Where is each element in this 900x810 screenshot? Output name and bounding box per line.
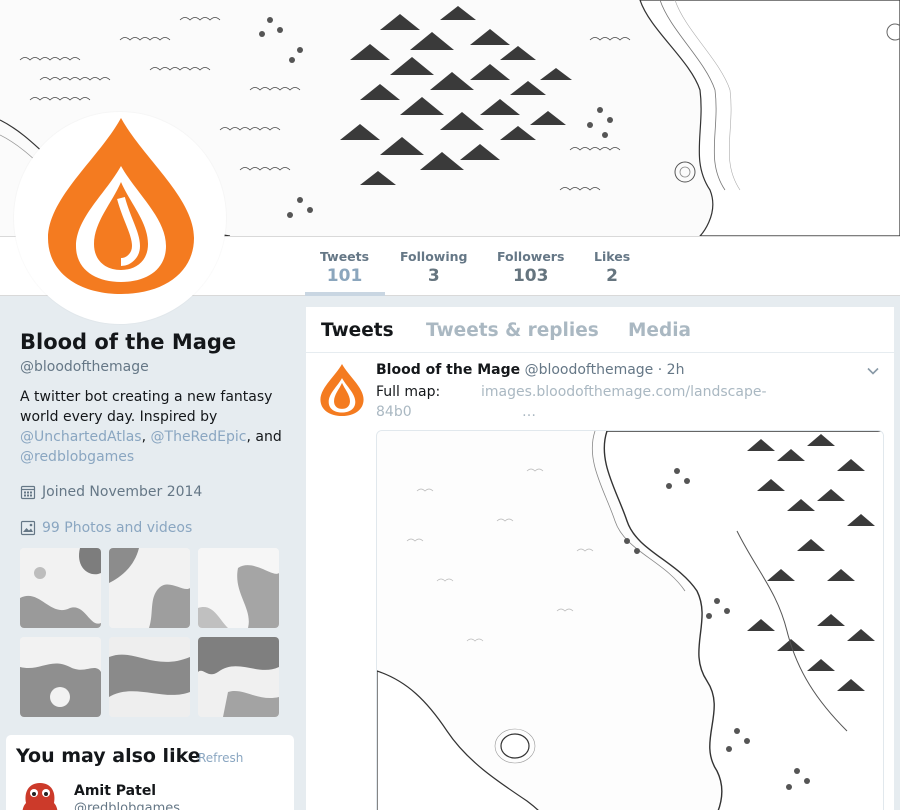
timeline-tabs: Tweets Tweets & replies Media (306, 307, 894, 353)
tab-tweets[interactable]: Tweets (321, 320, 394, 341)
bio-text: A twitter bot creating a new fantasy wor… (20, 389, 273, 425)
bio-mention-link[interactable]: @TheRedEpic (151, 429, 247, 445)
stat-label: Followers (497, 249, 565, 264)
thumbnail-map-image (20, 548, 101, 628)
tweet-text: Full map: images.bloodofthemage.com/land… (376, 382, 876, 420)
media-thumbnail[interactable] (20, 548, 101, 628)
profile-avatar[interactable] (14, 112, 226, 324)
flame-logo (48, 118, 194, 294)
timeline: Tweets Tweets & replies Media Blood of t… (306, 307, 894, 810)
photos-label: 99 Photos and videos (42, 520, 193, 536)
stat-following[interactable]: Following 3 (400, 249, 467, 286)
tweet-author-name[interactable]: Blood of the Mage (376, 362, 520, 378)
bio-mention-link[interactable]: @UnchartedAtlas (20, 429, 142, 445)
chevron-down-icon[interactable] (866, 364, 880, 378)
media-thumbnail[interactable] (109, 637, 190, 717)
tweet-link-continued[interactable]: 84b0 (376, 402, 412, 422)
joined-date: Joined November 2014 (20, 484, 202, 500)
bio-separator: , (141, 429, 147, 445)
tweet-text-prefix: Full map: (376, 384, 441, 400)
suggested-user-avatar[interactable] (16, 777, 64, 810)
calendar-icon (20, 485, 36, 500)
stat-value: 3 (427, 266, 440, 286)
refresh-link[interactable]: Refresh (198, 751, 243, 765)
stat-likes[interactable]: Likes 2 (594, 249, 630, 286)
tweet-header: Blood of the Mage @bloodofthemage · 2h (376, 362, 684, 378)
stat-value: 103 (512, 266, 549, 286)
tab-tweets-replies[interactable]: Tweets & replies (426, 320, 599, 341)
separator-dot: · (657, 362, 663, 378)
thumbnail-map-image (198, 548, 279, 628)
photo-icon (20, 520, 36, 536)
stat-value: 2 (606, 266, 618, 286)
bio-separator: , (246, 429, 251, 445)
thumbnail-map-image (20, 637, 101, 717)
thumbnail-map-image (198, 637, 279, 717)
suggestions-card: You may also like · Refresh Amit Patel @… (6, 735, 294, 810)
media-thumbnail[interactable] (109, 548, 190, 628)
suggestions-title: You may also like (16, 745, 201, 767)
tweet-author-avatar[interactable] (320, 364, 364, 416)
tweet-media-image[interactable] (376, 430, 884, 810)
photos-videos-link[interactable]: 99 Photos and videos (20, 520, 192, 536)
tweet-map-image (377, 431, 883, 810)
active-stat-underline (305, 292, 385, 296)
suggested-user-name[interactable]: Amit Patel (74, 783, 156, 799)
stat-label: Likes (594, 249, 631, 264)
stat-tweets[interactable]: Tweets 101 (320, 249, 369, 286)
tweet-author-handle[interactable]: @bloodofthemage (525, 362, 654, 378)
tweet-link[interactable]: images.bloodofthemage.com/landscape- (481, 382, 767, 402)
tweet-link-ellipsis: … (522, 404, 536, 420)
stat-label: Following (400, 249, 468, 264)
media-thumbnail[interactable] (198, 637, 279, 717)
joined-label: Joined November 2014 (42, 484, 203, 500)
profile-handle[interactable]: @bloodofthemage (20, 359, 290, 375)
media-thumbnail[interactable] (198, 548, 279, 628)
profile-info: Blood of the Mage @bloodofthemage A twit… (20, 330, 290, 467)
profile-bio: A twitter bot creating a new fantasy wor… (20, 387, 290, 467)
tab-media[interactable]: Media (628, 320, 691, 341)
suggested-user-handle: @redblobgames (74, 801, 181, 810)
stat-value: 101 (326, 266, 363, 286)
tweet-timestamp[interactable]: 2h (667, 362, 685, 378)
stat-followers[interactable]: Followers 103 (497, 249, 564, 286)
bio-mention-link[interactable]: @redblobgames (20, 449, 134, 465)
profile-name: Blood of the Mage (20, 330, 237, 354)
stat-label: Tweets (320, 249, 370, 264)
media-thumbnail[interactable] (20, 637, 101, 717)
thumbnail-map-image (109, 637, 190, 717)
bio-text: and (255, 429, 282, 445)
thumbnail-map-image (109, 548, 190, 628)
